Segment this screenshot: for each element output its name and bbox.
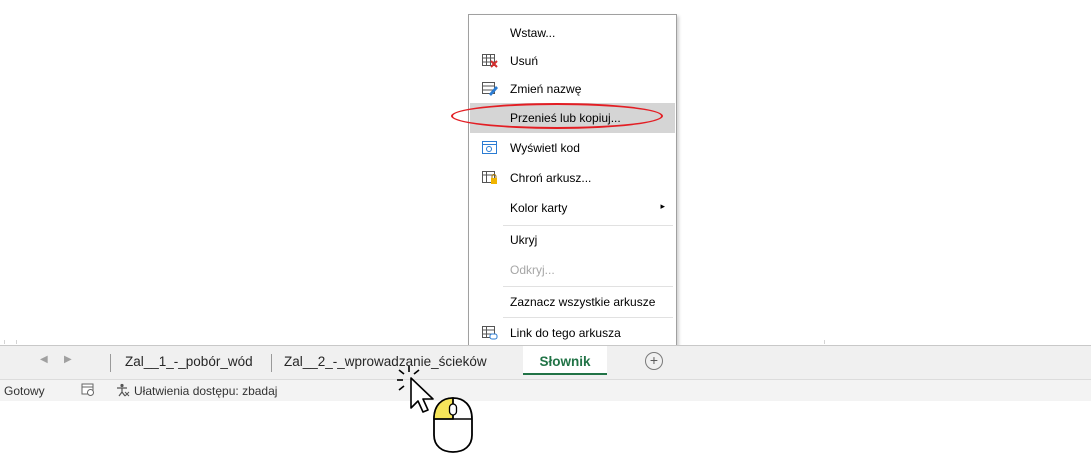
next-sheet-arrow-icon[interactable]: ▶	[64, 354, 72, 365]
menu-item-label: Odkryj...	[510, 263, 555, 277]
mouse-left-click-icon	[433, 397, 473, 453]
sheet-context-menu: Wstaw... Usuń Zmień nazwę Przenieś lub k…	[468, 14, 677, 350]
menu-item-label: Usuń	[510, 54, 539, 68]
prev-sheet-arrow-icon[interactable]: ◀	[40, 354, 48, 365]
menu-item-label: Zaznacz wszystkie arkusze	[510, 295, 656, 309]
menu-item-label: Link do tego arkusza	[510, 326, 621, 340]
tab-slownik[interactable]: Słownik	[523, 346, 607, 375]
menu-item-label: Kolor karty	[510, 201, 568, 215]
delete-sheet-icon	[482, 54, 498, 68]
highlight-annotation	[451, 103, 663, 129]
macro-recorder-icon[interactable]	[81, 383, 95, 397]
menu-item-label: Zmień nazwę	[510, 82, 582, 96]
rename-sheet-icon	[482, 82, 498, 96]
status-ready-text: Gotowy	[4, 384, 45, 398]
menu-item-select-all-sheets[interactable]: Zaznacz wszystkie arkusze	[470, 287, 675, 317]
menu-item-unhide: Odkryj...	[470, 255, 675, 285]
menu-item-label: Wstaw...	[510, 26, 556, 40]
view-code-icon	[482, 141, 497, 154]
grid-line	[824, 340, 825, 344]
protect-sheet-icon	[482, 171, 497, 184]
menu-item-tab-color[interactable]: Kolor karty ▸	[470, 193, 675, 223]
menu-item-view-code[interactable]: Wyświetl kod	[470, 133, 675, 163]
add-sheet-icon[interactable]: +	[645, 352, 663, 370]
accessibility-status-text[interactable]: Ułatwienia dostępu: zbadaj	[134, 384, 277, 398]
menu-item-label: Ukryj	[510, 233, 538, 247]
grid-line	[4, 340, 5, 344]
sheet-tab-bar: ◀ ▶ Zal__1_-_pobór_wód Zal__2_-_wprowadz…	[0, 345, 1091, 379]
grid-line	[16, 340, 17, 344]
menu-item-label: Chroń arkusz...	[510, 171, 592, 185]
status-bar: Gotowy Ułatwienia dostępu: zbadaj	[0, 379, 1091, 401]
menu-item-insert[interactable]: Wstaw...	[470, 18, 675, 48]
tab-zal-1[interactable]: Zal__1_-_pobór_wód	[125, 354, 253, 369]
link-sheet-icon	[482, 326, 498, 340]
tab-zal-2[interactable]: Zal__2_-_wprowadzanie_ścieków	[284, 354, 487, 369]
menu-item-delete[interactable]: Usuń	[470, 46, 675, 76]
menu-item-rename[interactable]: Zmień nazwę	[470, 74, 675, 104]
menu-item-label: Wyświetl kod	[510, 141, 580, 155]
menu-item-link-to-sheet[interactable]: Link do tego arkusza	[470, 318, 675, 348]
menu-item-hide[interactable]: Ukryj	[470, 225, 675, 255]
accessibility-icon[interactable]	[116, 383, 130, 397]
tab-separator	[271, 354, 272, 372]
submenu-arrow-icon: ▸	[660, 201, 665, 211]
menu-item-protect-sheet[interactable]: Chroń arkusz...	[470, 163, 675, 193]
tab-separator	[110, 354, 111, 372]
